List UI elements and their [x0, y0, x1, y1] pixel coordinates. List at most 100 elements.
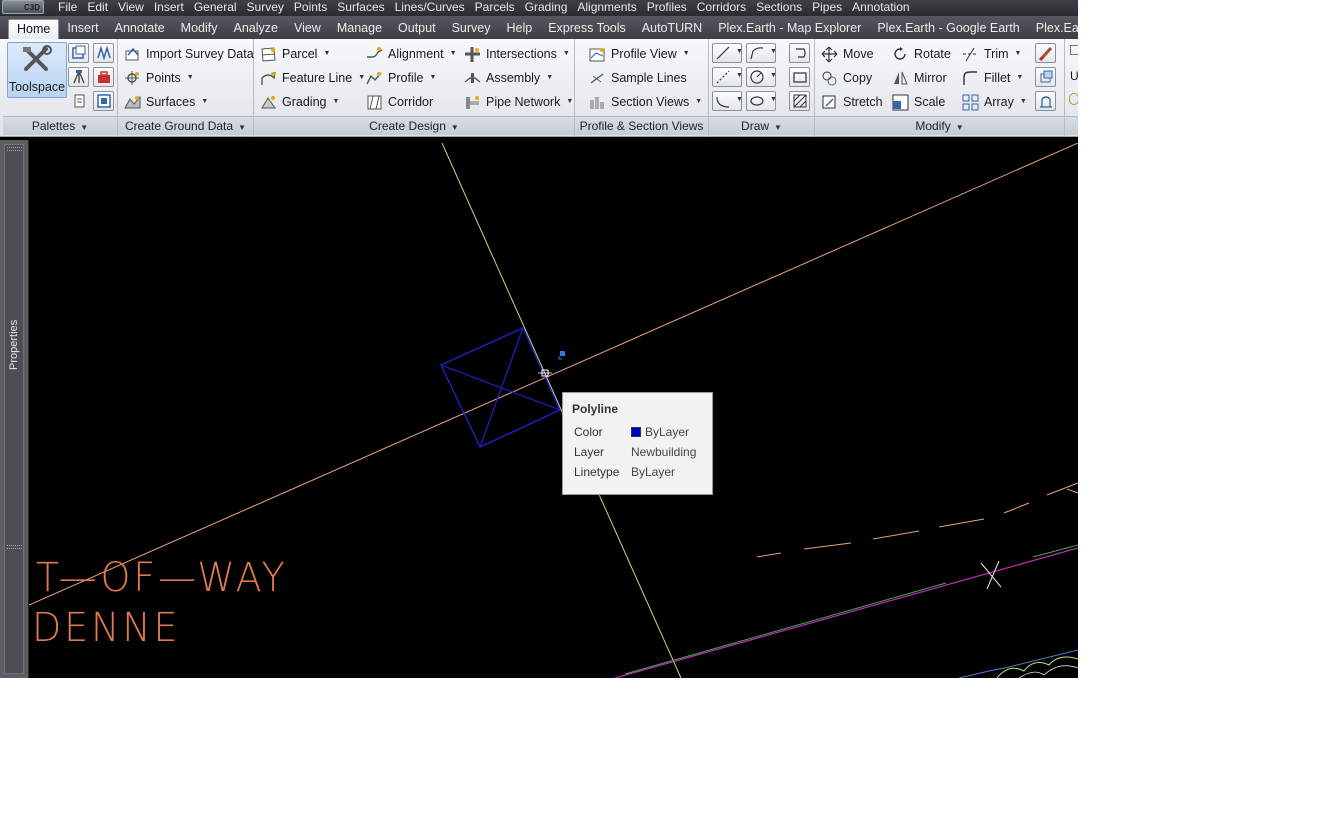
- section-views-button[interactable]: Section Views ▼: [589, 91, 702, 113]
- assembly-button[interactable]: Assembly ▼: [464, 67, 553, 89]
- stretch-button[interactable]: Stretch: [821, 91, 883, 113]
- pipe-network-button[interactable]: Pipe Network ▼: [464, 91, 573, 113]
- rotate-button[interactable]: Rotate: [892, 43, 951, 65]
- tab-plex-earth[interactable]: Plex.Earth: [1028, 19, 1078, 39]
- row-text-line2[interactable]: DENNE: [32, 608, 180, 648]
- properties-palette-strip[interactable]: Properties: [0, 140, 29, 678]
- feature-line-button[interactable]: Feature Line ▼: [260, 67, 365, 89]
- surfaces-button[interactable]: Surfaces ▼: [124, 91, 208, 113]
- application-logo[interactable]: C3D: [2, 0, 44, 14]
- point-tool-button[interactable]: ▼: [712, 67, 743, 87]
- arc-tool-button[interactable]: ▼: [712, 91, 743, 111]
- ribbon: Toolspace Palettes ▼ Import Survey Data P…: [0, 39, 1078, 137]
- row-text-line1[interactable]: T—OF—WAY: [36, 558, 288, 598]
- palette-grip-bottom[interactable]: [7, 545, 22, 549]
- magenta-line[interactable]: [614, 547, 1078, 678]
- line-tool-button[interactable]: ▼: [712, 43, 743, 63]
- scale-button[interactable]: Scale: [892, 91, 945, 113]
- copy-button[interactable]: Copy: [821, 67, 872, 89]
- menu-grading[interactable]: Grading: [524, 0, 577, 15]
- tab-output[interactable]: Output: [390, 19, 444, 39]
- circle-tool-button[interactable]: ▼: [746, 67, 777, 87]
- erase-button[interactable]: [1035, 43, 1056, 63]
- tab-view[interactable]: View: [286, 19, 329, 39]
- panel-title-modify[interactable]: Modify ▼: [815, 116, 1064, 135]
- menu-general[interactable]: General: [193, 0, 246, 15]
- tab-modify[interactable]: Modify: [173, 19, 226, 39]
- panel-title-profile-section-views[interactable]: Profile & Section Views: [575, 116, 708, 135]
- menu-lines-curves[interactable]: Lines/Curves: [394, 0, 474, 15]
- menu-parcels[interactable]: Parcels: [474, 0, 524, 15]
- tab-home[interactable]: Home: [8, 19, 60, 39]
- import-survey-data-button[interactable]: Import Survey Data: [124, 43, 254, 65]
- tab-autoturn[interactable]: AutoTURN: [634, 19, 710, 39]
- palette-design-center-button[interactable]: [93, 91, 114, 111]
- corridor-button[interactable]: Corridor: [366, 91, 433, 113]
- tab-survey[interactable]: Survey: [444, 19, 499, 39]
- grading-button[interactable]: Grading ▼: [260, 91, 339, 113]
- join-button[interactable]: [1035, 91, 1056, 111]
- menu-pipes[interactable]: Pipes: [811, 0, 851, 15]
- right-of-way-line[interactable]: [29, 143, 1078, 606]
- menu-alignments[interactable]: Alignments: [576, 0, 645, 15]
- tab-plex-google-earth[interactable]: Plex.Earth - Google Earth: [869, 19, 1027, 39]
- intersections-button[interactable]: Intersections ▼: [464, 43, 570, 65]
- tab-analyze[interactable]: Analyze: [225, 19, 285, 39]
- alignment-button[interactable]: Alignment ▼: [366, 43, 457, 65]
- blue-line[interactable]: [958, 649, 1078, 678]
- tab-plex-map-explorer[interactable]: Plex.Earth - Map Explorer: [710, 19, 869, 39]
- menu-sections[interactable]: Sections: [755, 0, 811, 15]
- building-diagonal-2[interactable]: [479, 327, 524, 448]
- menu-surfaces[interactable]: Surfaces: [336, 0, 393, 15]
- trim-button[interactable]: Trim ▼: [962, 43, 1021, 65]
- move-button[interactable]: Move: [821, 43, 874, 65]
- tab-express-tools[interactable]: Express Tools: [540, 19, 634, 39]
- grip-square[interactable]: [560, 351, 565, 356]
- explode-button[interactable]: [1035, 67, 1056, 87]
- tab-manage[interactable]: Manage: [329, 19, 390, 39]
- sample-lines-button[interactable]: Sample Lines: [589, 67, 687, 89]
- menu-corridors[interactable]: Corridors: [696, 0, 755, 15]
- palette-survey-button[interactable]: [68, 67, 89, 87]
- panel-title-palettes[interactable]: Palettes ▼: [3, 116, 117, 135]
- mirror-button[interactable]: Mirror: [892, 67, 947, 89]
- fillet-button[interactable]: Fillet ▼: [962, 67, 1023, 89]
- properties-palette-label[interactable]: Properties: [8, 295, 22, 395]
- profile-button[interactable]: Profile ▼: [366, 67, 436, 89]
- palette-grip-top[interactable]: [7, 147, 22, 151]
- palette-prospector-button[interactable]: [68, 43, 89, 63]
- palette-properties-button[interactable]: [68, 91, 89, 111]
- green-line-1[interactable]: [624, 582, 947, 675]
- tab-help[interactable]: Help: [498, 19, 540, 39]
- offset-tool-button[interactable]: [789, 43, 810, 63]
- palette-toolbox-button[interactable]: [93, 67, 114, 87]
- array-button[interactable]: Array ▼: [962, 91, 1027, 113]
- tab-insert[interactable]: Insert: [59, 19, 106, 39]
- tab-annotate[interactable]: Annotate: [107, 19, 173, 39]
- menu-view[interactable]: View: [117, 0, 153, 15]
- properties-palette-collapsed[interactable]: Properties: [4, 144, 24, 674]
- points-button[interactable]: Points ▼: [124, 67, 194, 89]
- palette-tool-palettes-button[interactable]: [93, 43, 114, 63]
- menu-edit[interactable]: Edit: [86, 0, 117, 15]
- ellipse-tool-button[interactable]: ▼: [746, 91, 777, 111]
- dashed-boundary-line[interactable]: [756, 482, 1078, 558]
- rotate-icon: [892, 46, 909, 63]
- menu-insert[interactable]: Insert: [153, 0, 193, 15]
- menu-survey[interactable]: Survey: [246, 0, 293, 15]
- rectangle-tool-button[interactable]: [789, 67, 810, 87]
- menu-file[interactable]: File: [57, 0, 86, 15]
- menu-annotation[interactable]: Annotation: [851, 0, 918, 15]
- panel-title-create-design[interactable]: Create Design ▼: [254, 116, 574, 135]
- polyline-tool-button[interactable]: ▼: [746, 43, 777, 63]
- green-line-2[interactable]: [1032, 544, 1078, 558]
- drawing-canvas[interactable]: T—OF—WAY DENNE: [29, 143, 1078, 678]
- profile-view-button[interactable]: Profile View ▼: [589, 43, 690, 65]
- panel-title-create-ground-data[interactable]: Create Ground Data ▼: [118, 116, 253, 135]
- hatch-tool-button[interactable]: [789, 91, 810, 111]
- toolspace-button[interactable]: Toolspace: [7, 42, 67, 98]
- menu-profiles[interactable]: Profiles: [646, 0, 696, 15]
- panel-title-draw[interactable]: Draw ▼: [709, 116, 814, 135]
- parcel-button[interactable]: Parcel ▼: [260, 43, 330, 65]
- menu-points[interactable]: Points: [293, 0, 336, 15]
